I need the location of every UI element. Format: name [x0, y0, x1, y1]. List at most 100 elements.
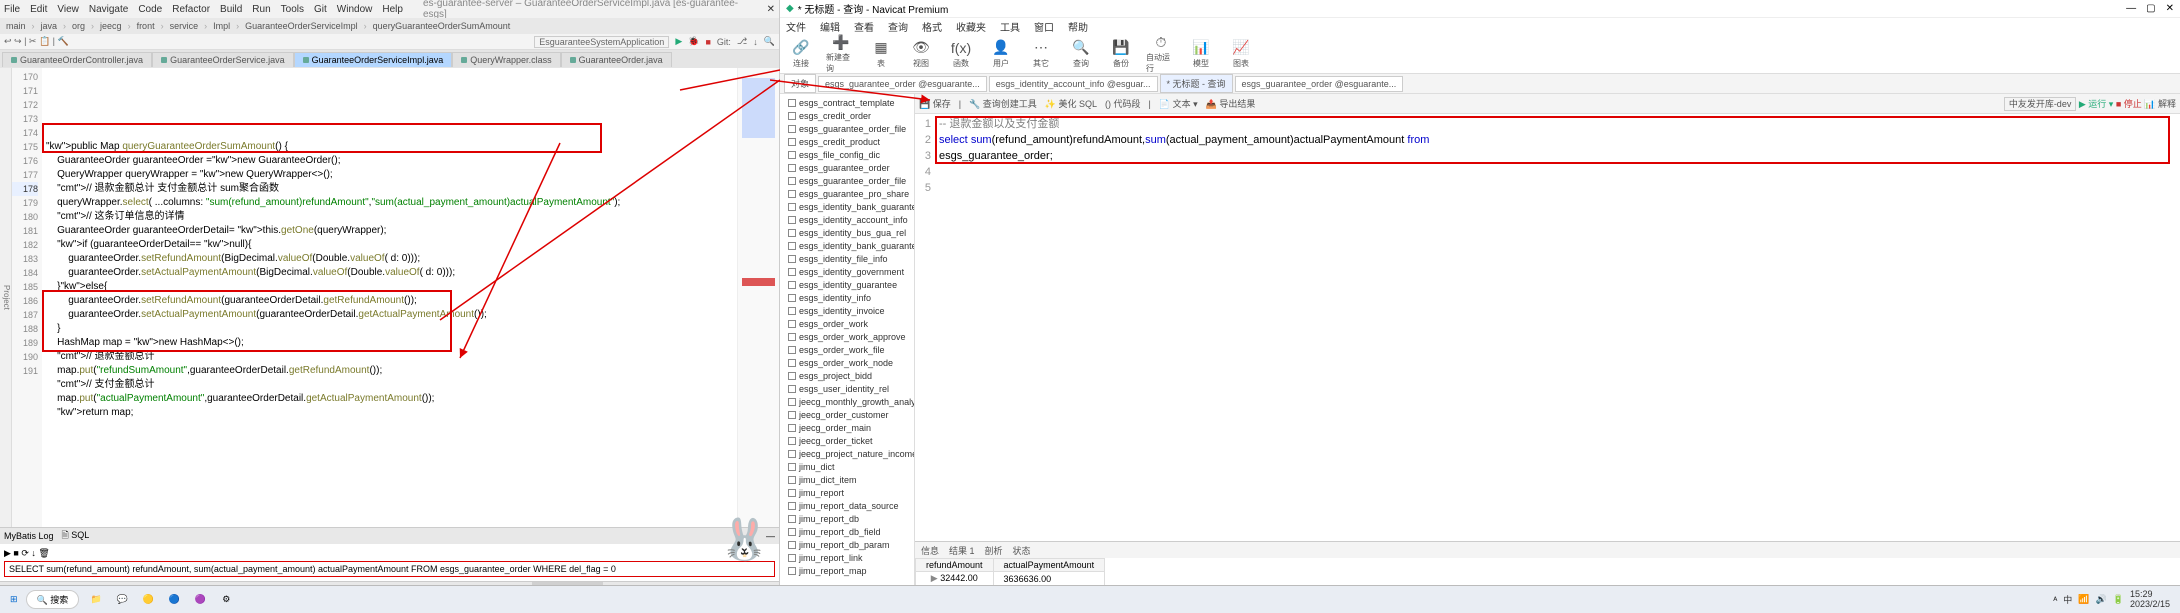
- toolbar-button[interactable]: 💾备份: [1106, 39, 1136, 69]
- git-branch-icon[interactable]: ⎇: [737, 36, 747, 47]
- tree-table[interactable]: esgs_guarantee_order_file: [782, 174, 912, 187]
- tree-table[interactable]: jeecg_order_main: [782, 421, 912, 434]
- tree-table[interactable]: esgs_identity_guarantee: [782, 278, 912, 291]
- minimize-button[interactable]: —: [2126, 3, 2136, 14]
- tray-icon[interactable]: 📶: [2078, 594, 2089, 605]
- stop-button[interactable]: ■: [705, 37, 710, 47]
- tree-table[interactable]: esgs_identity_info: [782, 291, 912, 304]
- breadcrumb-item[interactable]: org: [72, 21, 85, 31]
- code-editor[interactable]: "kw">public Map queryGuaranteeOrderSumAm…: [42, 68, 737, 527]
- menu-item[interactable]: 查看: [854, 19, 874, 34]
- menu-code[interactable]: Code: [138, 4, 162, 15]
- tree-table[interactable]: jimu_report_db_field: [782, 525, 912, 538]
- code-snippet-button[interactable]: () 代码段: [1105, 97, 1141, 110]
- tree-table[interactable]: esgs_order_work_node: [782, 356, 912, 369]
- close-button[interactable]: ✕: [2166, 3, 2174, 14]
- tree-table[interactable]: jeecg_order_customer: [782, 408, 912, 421]
- menu-edit[interactable]: Edit: [30, 4, 47, 15]
- tree-table[interactable]: jimu_report_data_source: [782, 499, 912, 512]
- tree-table[interactable]: esgs_identity_bus_gua_rel: [782, 226, 912, 239]
- toolbar-button[interactable]: ▦表: [866, 39, 896, 69]
- query-tab[interactable]: esgs_guarantee_order @esguarante...: [818, 76, 987, 92]
- menu-item[interactable]: 收藏夹: [956, 19, 986, 34]
- stop-button[interactable]: ■ 停止: [2116, 99, 2142, 109]
- sql-tab[interactable]: 🗎 SQL: [62, 528, 90, 544]
- tree-table[interactable]: esgs_identity_file_info: [782, 252, 912, 265]
- tree-table[interactable]: esgs_identity_invoice: [782, 304, 912, 317]
- menu-item[interactable]: 格式: [922, 19, 942, 34]
- breadcrumb-item[interactable]: front: [137, 21, 155, 31]
- editor-tab[interactable]: GuaranteeOrderServiceImpl.java: [294, 52, 453, 67]
- toolbar-button[interactable]: f(x)函数: [946, 39, 976, 69]
- editor-tab[interactable]: GuaranteeOrderController.java: [2, 52, 152, 67]
- connection-selector[interactable]: 中友发开库-dev: [2004, 97, 2077, 111]
- tree-table[interactable]: esgs_identity_bank_guarantee: [782, 200, 912, 213]
- editor-tab[interactable]: GuaranteeOrder.java: [561, 52, 672, 67]
- tree-table[interactable]: jimu_report_link: [782, 551, 912, 564]
- menu-tools[interactable]: Tools: [281, 4, 304, 15]
- col-header[interactable]: refundAmount: [916, 559, 994, 572]
- tree-table[interactable]: esgs_order_work_approve: [782, 330, 912, 343]
- menu-run[interactable]: Run: [252, 4, 270, 15]
- editor-tab[interactable]: QueryWrapper.class: [452, 52, 560, 67]
- result-tab[interactable]: 剖析: [985, 544, 1003, 557]
- tree-table[interactable]: jimu_report_db: [782, 512, 912, 525]
- maximize-button[interactable]: ▢: [2146, 3, 2155, 14]
- toolbar-button[interactable]: 📊模型: [1186, 39, 1216, 69]
- tree-table[interactable]: jimu_report: [782, 486, 912, 499]
- explain-button[interactable]: 📊 解释: [2144, 99, 2176, 109]
- menu-navigate[interactable]: Navigate: [89, 4, 128, 15]
- menu-window[interactable]: Window: [337, 4, 373, 15]
- toolbar-button[interactable]: 📈图表: [1226, 39, 1256, 69]
- tree-table[interactable]: esgs_guarantee_order_file: [782, 122, 912, 135]
- tree-table[interactable]: esgs_project_bidd: [782, 369, 912, 382]
- text-button[interactable]: 📄 文本 ▾: [1159, 97, 1198, 110]
- save-button[interactable]: 💾 保存: [919, 97, 951, 110]
- run-button[interactable]: ▶: [675, 36, 682, 47]
- minimize-icon[interactable]: —: [766, 531, 775, 541]
- toolbar-button[interactable]: ⋯其它: [1026, 39, 1056, 69]
- search-box[interactable]: 🔍 搜索: [26, 590, 80, 609]
- tree-table[interactable]: esgs_guarantee_pro_share: [782, 187, 912, 200]
- taskbar-app[interactable]: ⚙: [217, 591, 235, 609]
- toolbar-button[interactable]: 🔗连接: [786, 39, 816, 69]
- taskbar-app[interactable]: 📁: [87, 591, 105, 609]
- menu-item[interactable]: 窗口: [1034, 19, 1054, 34]
- close-icon[interactable]: ✕: [767, 4, 775, 15]
- query-tab[interactable]: 对象: [784, 74, 816, 93]
- toolbar-button[interactable]: 🔍查询: [1066, 39, 1096, 69]
- menu-item[interactable]: 工具: [1000, 19, 1020, 34]
- tree-table[interactable]: jimu_report_map: [782, 564, 912, 577]
- sql-editor[interactable]: 1-- 退款金额以及支付金额2select sum(refund_amount)…: [915, 114, 2180, 541]
- tree-table[interactable]: jimu_dict_item: [782, 473, 912, 486]
- tray-icon[interactable]: 🔊: [2096, 594, 2107, 605]
- tree-table[interactable]: jeecg_monthly_growth_analysis: [782, 395, 912, 408]
- menu-item[interactable]: 帮助: [1068, 19, 1088, 34]
- tree-table[interactable]: esgs_file_config_dic: [782, 148, 912, 161]
- tree-table[interactable]: jimu_dict: [782, 460, 912, 473]
- search-icon[interactable]: 🔍: [764, 36, 775, 47]
- menu-refactor[interactable]: Refactor: [172, 4, 210, 15]
- query-tab[interactable]: esgs_guarantee_order @esguarante...: [1235, 76, 1404, 92]
- tree-table[interactable]: esgs_guarantee_order: [782, 161, 912, 174]
- run-config-selector[interactable]: EsguaranteeSystemApplication: [534, 36, 669, 48]
- col-header[interactable]: actualPaymentAmount: [993, 559, 1105, 572]
- tree-table[interactable]: esgs_credit_product: [782, 135, 912, 148]
- menu-help[interactable]: Help: [382, 4, 403, 15]
- taskbar-app[interactable]: 🟣: [191, 591, 209, 609]
- mybatis-log-tab[interactable]: MyBatis Log: [4, 531, 54, 541]
- taskbar-app[interactable]: 🔵: [165, 591, 183, 609]
- tree-table[interactable]: esgs_contract_template: [782, 96, 912, 109]
- menu-item[interactable]: 编辑: [820, 19, 840, 34]
- breadcrumb-item[interactable]: Impl: [213, 21, 230, 31]
- cell[interactable]: 3636636.00: [993, 572, 1105, 586]
- cell[interactable]: 32442.00: [940, 573, 978, 583]
- breadcrumb-item[interactable]: queryGuaranteeOrderSumAmount: [373, 21, 511, 31]
- beautify-button[interactable]: ✨ 美化 SQL: [1045, 97, 1097, 110]
- tree-table[interactable]: esgs_order_work: [782, 317, 912, 330]
- tree-table[interactable]: jeecg_order_ticket: [782, 434, 912, 447]
- tree-table[interactable]: esgs_identity_account_info: [782, 213, 912, 226]
- tray-icon[interactable]: ᴬ: [2053, 595, 2057, 605]
- toolbar-button[interactable]: ⏱自动运行: [1146, 33, 1176, 74]
- menu-file[interactable]: File: [4, 4, 20, 15]
